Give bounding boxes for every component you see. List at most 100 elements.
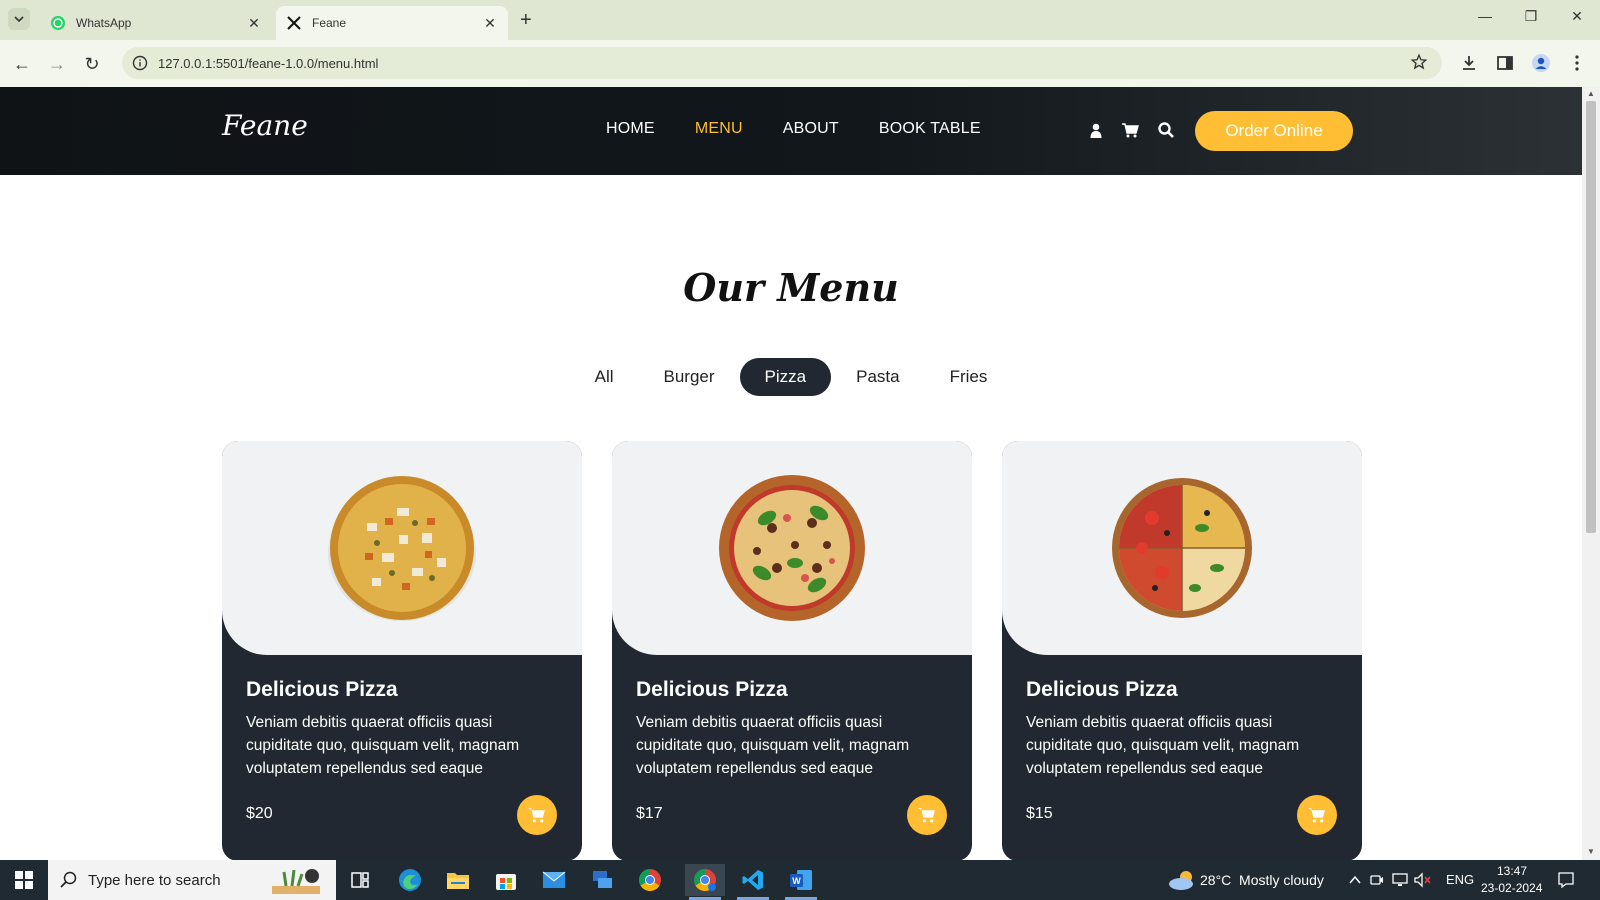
order-online-button[interactable]: Order Online bbox=[1195, 111, 1353, 151]
svg-text:W: W bbox=[792, 876, 801, 886]
word-icon[interactable]: W bbox=[781, 864, 821, 900]
menu-card-title: Delicious Pizza bbox=[636, 678, 788, 701]
filter-pasta[interactable]: Pasta bbox=[831, 358, 924, 396]
menu-card-title: Delicious Pizza bbox=[1026, 678, 1178, 701]
nav-about[interactable]: ABOUT bbox=[783, 120, 839, 138]
language-indicator[interactable]: ENG bbox=[1446, 872, 1474, 887]
menu-card-description: Veniam debitis quaerat officiis quasi cu… bbox=[1026, 714, 1300, 777]
page-scrollbar[interactable]: ▲ ▼ bbox=[1582, 87, 1600, 860]
restore-icon[interactable]: ❐ bbox=[1508, 8, 1554, 25]
side-panel-icon[interactable] bbox=[1494, 52, 1516, 74]
cart-icon bbox=[1308, 808, 1325, 823]
close-window-icon[interactable]: ✕ bbox=[1554, 8, 1600, 25]
fork-knife-icon bbox=[286, 15, 302, 31]
browser-tab-strip: WhatsApp ✕ Feane ✕ + — ❐ ✕ bbox=[0, 0, 1600, 40]
back-arrow-icon[interactable]: ← bbox=[10, 52, 34, 76]
menu-card-image-area bbox=[222, 441, 582, 655]
chevron-down-icon bbox=[14, 16, 24, 23]
menu-card-description: Veniam debitis quaerat officiis quasi cu… bbox=[636, 714, 910, 777]
menu-card: Delicious Pizza Veniam debitis quaerat o… bbox=[612, 441, 972, 861]
chrome-icon[interactable] bbox=[630, 864, 670, 896]
add-to-cart-button[interactable] bbox=[1297, 795, 1337, 835]
site-info-icon[interactable] bbox=[132, 55, 148, 71]
scroll-up-arrow-icon[interactable]: ▲ bbox=[1587, 89, 1595, 98]
scrollbar-thumb[interactable] bbox=[1586, 101, 1596, 533]
menu-filters: All Burger Pizza Pasta Fries bbox=[0, 358, 1582, 396]
filter-all[interactable]: All bbox=[570, 358, 639, 396]
weather-text[interactable]: 28°C Mostly cloudy bbox=[1200, 872, 1324, 888]
menu-card-price: $20 bbox=[246, 805, 273, 822]
cart-icon bbox=[918, 808, 935, 823]
forward-arrow-icon[interactable]: → bbox=[45, 52, 69, 76]
mail-icon[interactable] bbox=[534, 864, 574, 896]
main-nav: HOME MENU ABOUT BOOK TABLE bbox=[606, 120, 981, 138]
chrome-profile-icon[interactable] bbox=[685, 864, 725, 900]
menu-card: Delicious Pizza Veniam debitis quaerat o… bbox=[1002, 441, 1362, 861]
browser-menu-icon[interactable] bbox=[1566, 52, 1588, 74]
add-to-cart-button[interactable] bbox=[517, 795, 557, 835]
volume-muted-icon[interactable] bbox=[1414, 872, 1432, 888]
menu-card: Delicious Pizza Veniam debitis quaerat o… bbox=[222, 441, 582, 861]
menu-card-price: $15 bbox=[1026, 805, 1053, 822]
site-header: Feane HOME MENU ABOUT BOOK TABLE Order O… bbox=[0, 87, 1582, 175]
whatsapp-icon bbox=[50, 15, 66, 31]
nav-book-table[interactable]: BOOK TABLE bbox=[879, 120, 981, 138]
windows-taskbar: Type here to search W 28°C Mostly cloudy… bbox=[0, 860, 1600, 900]
cart-icon bbox=[528, 808, 545, 823]
url-text: 127.0.0.1:5501/feane-1.0.0/menu.html bbox=[158, 55, 379, 71]
menu-card-image-area bbox=[1002, 441, 1362, 655]
filter-pizza[interactable]: Pizza bbox=[739, 358, 832, 396]
menu-card-price: $17 bbox=[636, 805, 663, 822]
section-title: Our Menu bbox=[683, 265, 899, 310]
close-tab-icon[interactable]: ✕ bbox=[482, 15, 498, 32]
download-icon[interactable] bbox=[1458, 52, 1480, 74]
menu-card-title: Delicious Pizza bbox=[246, 678, 398, 701]
meet-now-icon[interactable] bbox=[1370, 873, 1384, 887]
close-tab-icon[interactable]: ✕ bbox=[246, 15, 262, 32]
nav-home[interactable]: HOME bbox=[606, 120, 655, 138]
pizza-image bbox=[1112, 478, 1252, 618]
filter-fries[interactable]: Fries bbox=[925, 358, 1013, 396]
chevron-up-icon[interactable] bbox=[1349, 875, 1361, 885]
start-button[interactable] bbox=[0, 860, 48, 900]
taskbar-search-placeholder: Type here to search bbox=[88, 871, 221, 889]
user-icon[interactable] bbox=[1087, 121, 1105, 139]
file-explorer-icon[interactable] bbox=[438, 864, 478, 896]
remote-desktop-icon[interactable] bbox=[582, 864, 622, 896]
search-icon bbox=[60, 871, 77, 888]
network-icon[interactable] bbox=[1392, 872, 1408, 888]
vscode-icon[interactable] bbox=[733, 864, 773, 900]
search-icon[interactable] bbox=[1157, 121, 1175, 139]
pizza-image bbox=[328, 476, 476, 621]
new-tab-icon[interactable]: + bbox=[520, 9, 532, 32]
filter-burger[interactable]: Burger bbox=[639, 358, 740, 396]
notification-icon[interactable] bbox=[1557, 871, 1575, 889]
menu-card-description: Veniam debitis quaerat officiis quasi cu… bbox=[246, 714, 520, 777]
cloudy-weather-icon[interactable] bbox=[1168, 869, 1196, 891]
tab-whatsapp[interactable]: WhatsApp ✕ bbox=[40, 6, 272, 40]
clock-date[interactable]: 23-02-2024 bbox=[1481, 881, 1542, 895]
pizza-image bbox=[719, 475, 865, 621]
task-view-icon[interactable] bbox=[340, 864, 380, 896]
clock-time[interactable]: 13:47 bbox=[1497, 864, 1527, 878]
edge-browser-icon[interactable] bbox=[390, 864, 430, 896]
add-to-cart-button[interactable] bbox=[907, 795, 947, 835]
address-bar[interactable]: 127.0.0.1:5501/feane-1.0.0/menu.html bbox=[122, 47, 1442, 79]
windows-logo-icon bbox=[15, 871, 33, 889]
taskbar-search-box[interactable]: Type here to search bbox=[48, 860, 336, 900]
search-highlight-icon bbox=[272, 869, 320, 894]
tab-search-button[interactable] bbox=[8, 8, 30, 30]
bookmark-star-icon[interactable] bbox=[1410, 53, 1428, 71]
cart-icon[interactable] bbox=[1121, 121, 1139, 139]
site-logo[interactable]: Feane bbox=[222, 109, 308, 142]
microsoft-store-icon[interactable] bbox=[486, 864, 526, 896]
tab-title: Feane bbox=[312, 16, 347, 30]
reload-icon[interactable]: ↻ bbox=[80, 52, 104, 76]
tab-title: WhatsApp bbox=[76, 16, 132, 30]
scroll-down-arrow-icon[interactable]: ▼ bbox=[1587, 847, 1595, 856]
menu-card-image-area bbox=[612, 441, 972, 655]
nav-menu[interactable]: MENU bbox=[695, 120, 743, 138]
profile-avatar-icon[interactable] bbox=[1530, 52, 1552, 74]
minimize-icon[interactable]: — bbox=[1462, 8, 1508, 24]
tab-feane[interactable]: Feane ✕ bbox=[276, 6, 508, 40]
